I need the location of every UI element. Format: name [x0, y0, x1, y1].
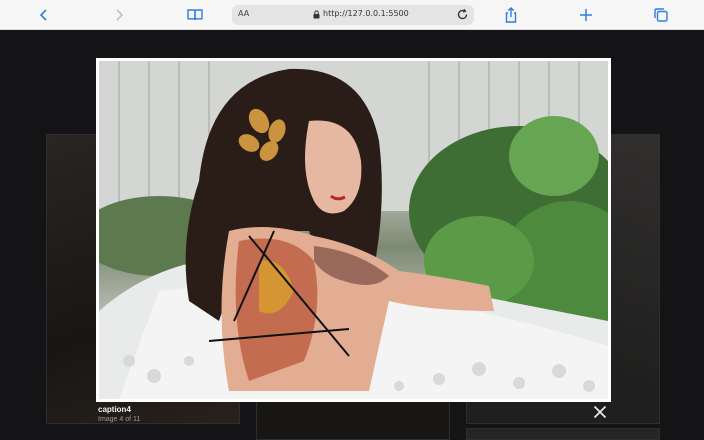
chevron-left-icon[interactable] — [35, 6, 53, 24]
lock-icon — [313, 10, 320, 19]
lightbox-caption: caption4 Image 4 of 11 — [98, 405, 140, 423]
image-counter: Image 4 of 11 — [98, 416, 141, 423]
close-icon[interactable] — [592, 404, 608, 420]
share-icon[interactable] — [502, 6, 520, 24]
plus-icon[interactable] — [577, 6, 595, 24]
chevron-right-icon[interactable] — [110, 6, 128, 24]
browser-toolbar: AA http://127.0.0.1:5500 — [0, 0, 704, 30]
url-text: http://127.0.0.1:5500 — [323, 9, 409, 18]
address-bar[interactable]: AA http://127.0.0.1:5500 — [232, 5, 474, 25]
lightbox-photo — [99, 61, 608, 399]
caption-title: caption4 — [98, 405, 131, 414]
tabs-icon[interactable] — [652, 6, 670, 24]
reader-button[interactable]: AA — [238, 9, 249, 18]
lightbox-image-frame — [96, 58, 611, 402]
photo-illustration — [99, 61, 608, 399]
book-icon[interactable] — [186, 6, 204, 24]
reload-icon[interactable] — [456, 8, 469, 21]
